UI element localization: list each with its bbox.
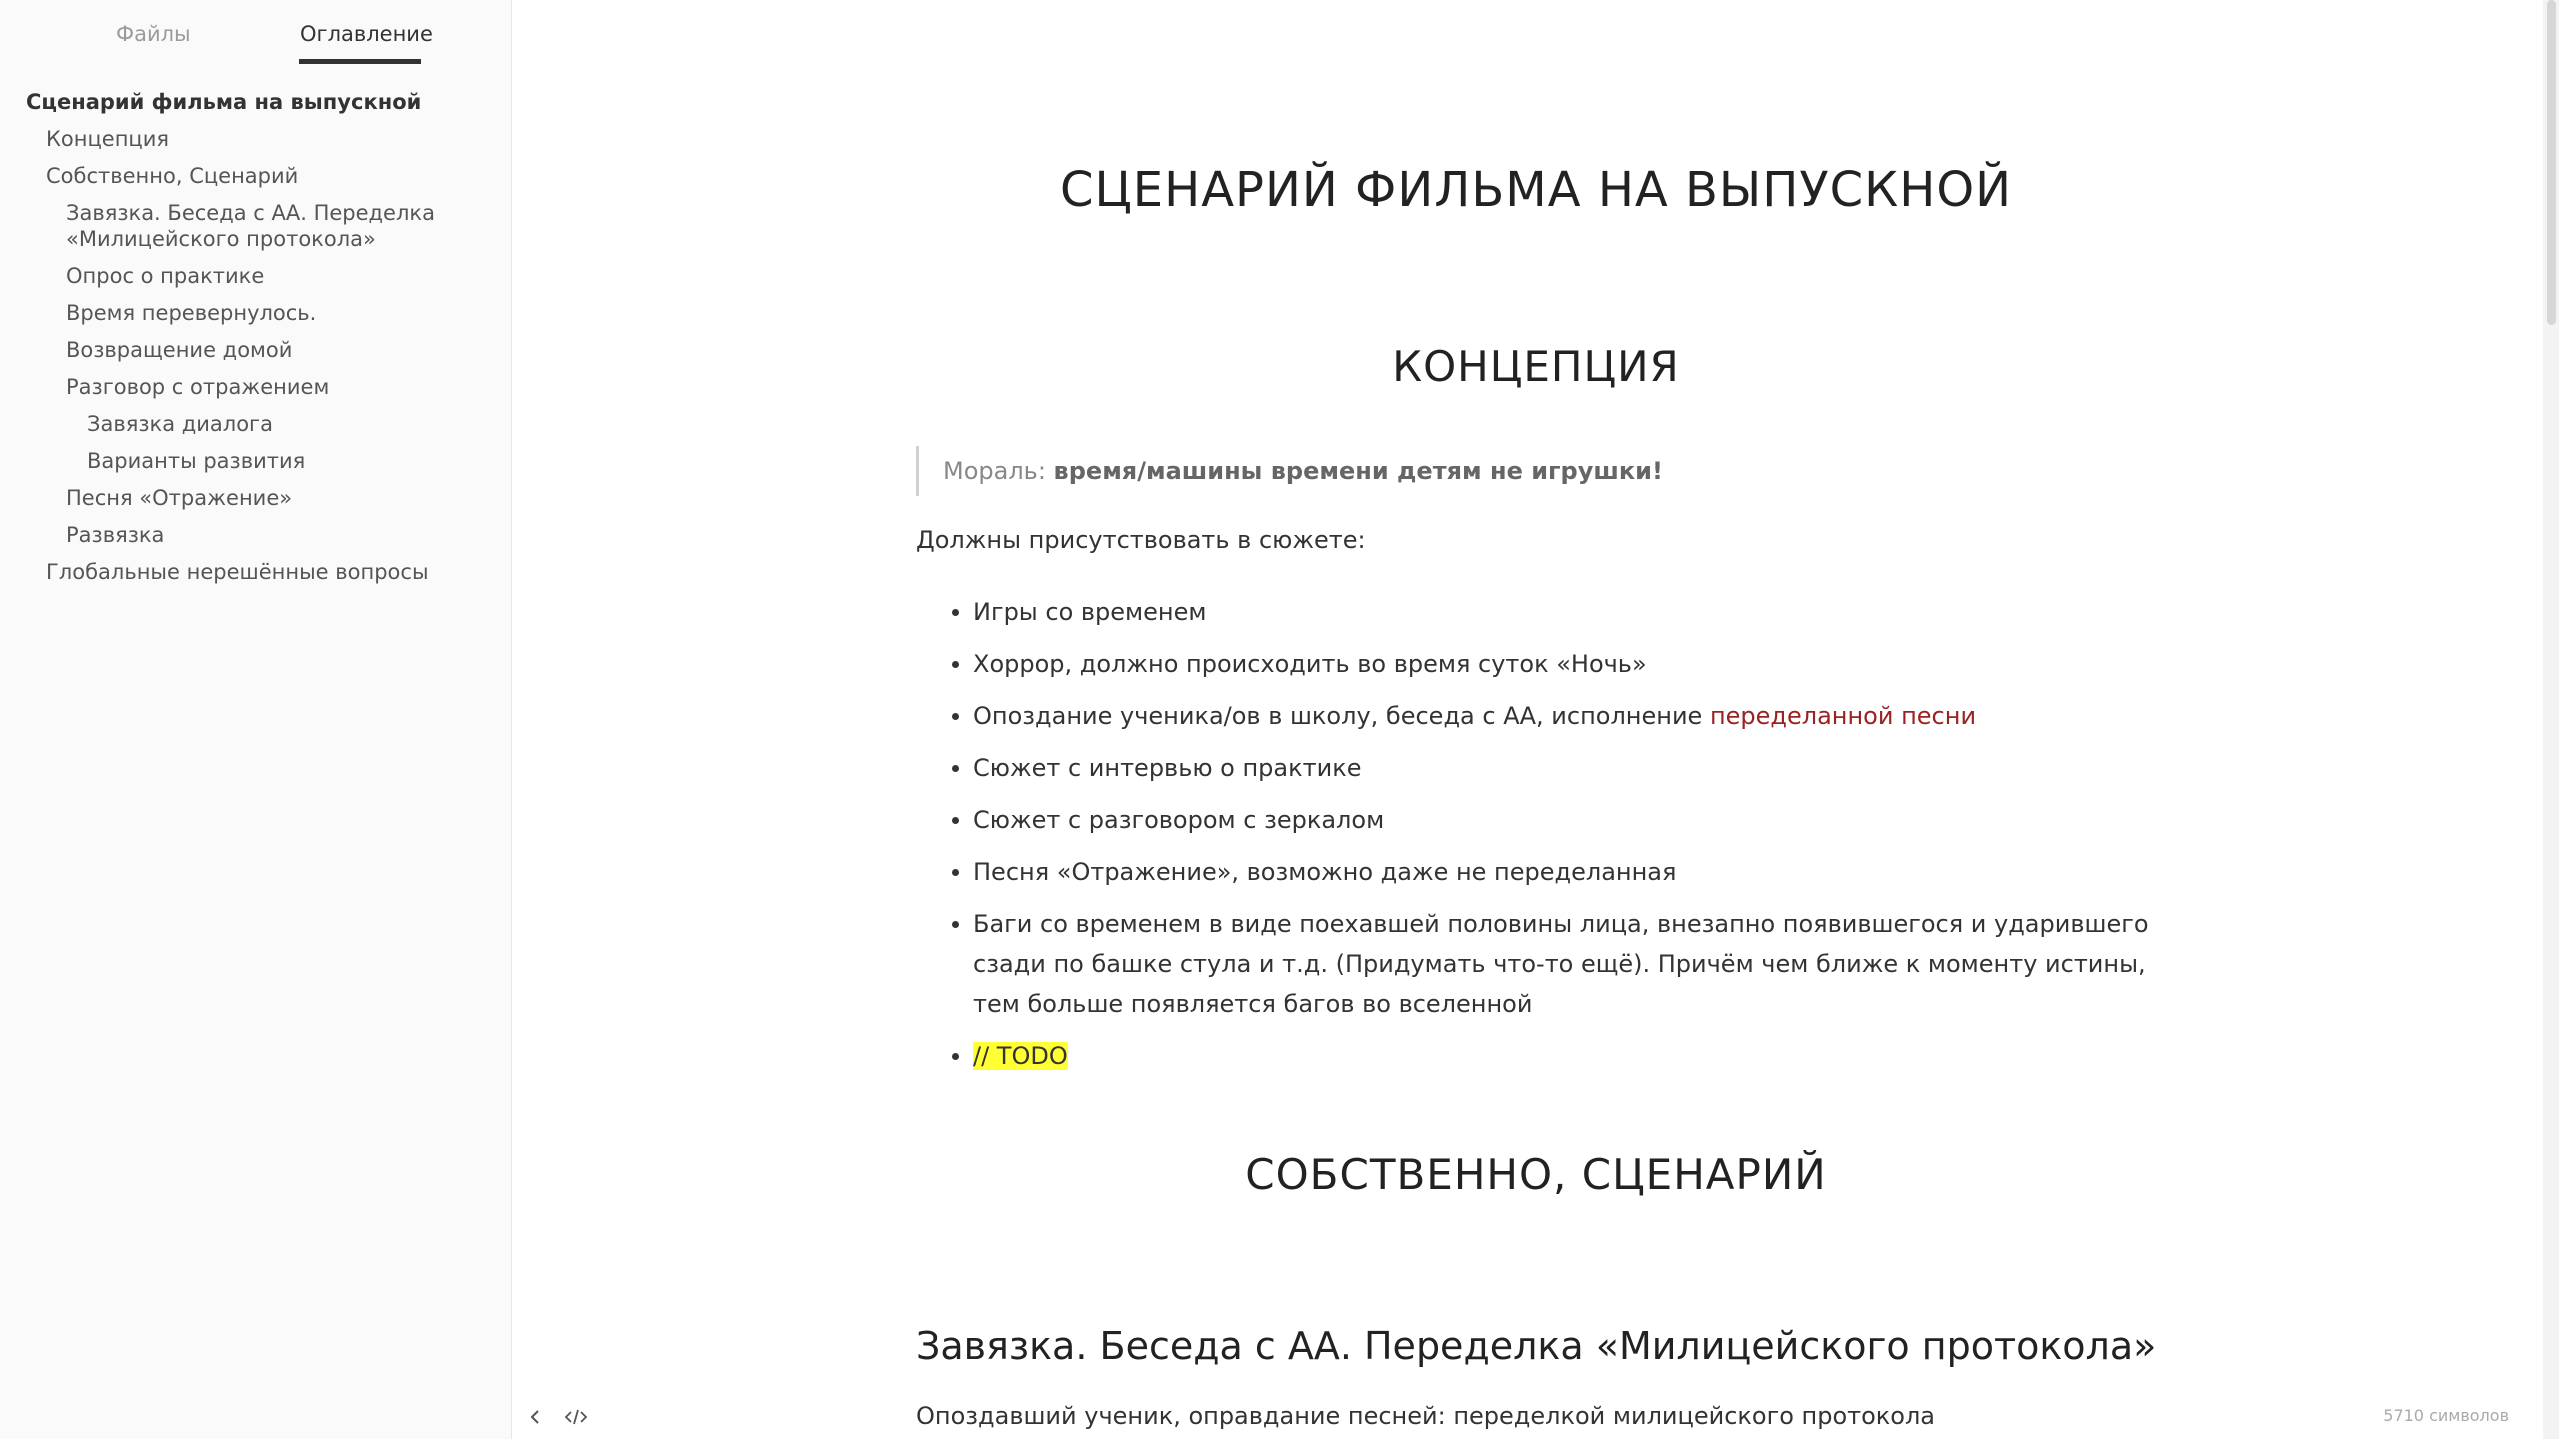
list-item-text: Сюжет с интервью о практике <box>973 754 1362 782</box>
list-item: Сюжет с разговором с зеркалом <box>916 800 2156 840</box>
active-tab-indicator <box>299 59 421 64</box>
tab-outline[interactable]: Оглавление <box>300 22 433 46</box>
list-item-text: Игры со временем <box>973 598 1207 626</box>
todo-highlight: // TODO <box>973 1042 1068 1070</box>
outline-list: Сценарий фильма на выпускной Концепция С… <box>0 84 512 591</box>
code-icon[interactable] <box>563 1404 589 1430</box>
editor-area[interactable]: СЦЕНАРИЙ ФИЛЬМА НА ВЫПУСКНОЙ КОНЦЕПЦИЯ М… <box>513 0 2543 1439</box>
quote-text: время/машины времени детям не игрушки! <box>1053 457 1663 485</box>
sidebar-tabs: Файлы Оглавление <box>0 0 512 70</box>
list-item: Баги со временем в виде поехавшей полови… <box>916 904 2156 1024</box>
list-item: Песня «Отражение», возможно даже не пере… <box>916 852 2156 892</box>
list-item: Сюжет с интервью о практике <box>916 748 2156 788</box>
concept-heading: КОНЦЕПЦИЯ <box>1392 342 1680 391</box>
outline-item-opening[interactable]: Завязка. Беседа с АА. Переделка «Милицей… <box>0 195 512 258</box>
outline-item-title[interactable]: Сценарий фильма на выпускной <box>0 84 512 121</box>
script-heading: СОБСТВЕННО, СЦЕНАРИЙ <box>1245 1150 1827 1199</box>
word-count-status[interactable]: 5710 символов <box>2383 1406 2509 1425</box>
list-item-text: Опоздание ученика/ов в школу, беседа с А… <box>973 702 1710 730</box>
outline-item-dialog-start[interactable]: Завязка диалога <box>0 406 512 443</box>
outline-item-time-flipped[interactable]: Время перевернулось. <box>0 295 512 332</box>
section-paragraph: Опоздавший ученик, оправдание песней: пе… <box>916 1402 1936 1430</box>
chevron-left-icon[interactable] <box>523 1404 549 1430</box>
sidebar: Файлы Оглавление Сценарий фильма на выпу… <box>0 0 512 1439</box>
concept-list: Игры со временем Хоррор, должно происход… <box>916 592 2156 1088</box>
list-item-text: Песня «Отражение», возможно даже не пере… <box>973 858 1677 886</box>
blockquote-moral: Мораль: время/машины времени детям не иг… <box>916 446 1663 496</box>
song-link[interactable]: переделанной песни <box>1710 702 1976 730</box>
document-title: СЦЕНАРИЙ ФИЛЬМА НА ВЫПУСКНОЙ <box>1060 162 2012 218</box>
outline-item-ending[interactable]: Развязка <box>0 517 512 554</box>
outline-item-song[interactable]: Песня «Отражение» <box>0 480 512 517</box>
list-item: Опоздание ученика/ов в школу, беседа с А… <box>916 696 2156 736</box>
outline-item-open-questions[interactable]: Глобальные нерешённые вопросы <box>0 554 512 591</box>
outline-item-return-home[interactable]: Возвращение домой <box>0 332 512 369</box>
list-item: // TODO <box>916 1036 2156 1076</box>
list-item-text: Баги со временем в виде поехавшей полови… <box>973 910 2149 1018</box>
quote-label: Мораль: <box>943 457 1046 485</box>
section-heading: Завязка. Беседа с АА. Переделка «Милицей… <box>916 1324 2157 1368</box>
list-item-text: Хоррор, должно происходить во время суто… <box>973 650 1647 678</box>
outline-item-concept[interactable]: Концепция <box>0 121 512 158</box>
outline-item-reflection-talk[interactable]: Разговор с отражением <box>0 369 512 406</box>
must-present-paragraph: Должны присутствовать в сюжете: <box>916 526 1366 554</box>
list-item: Игры со временем <box>916 592 2156 632</box>
outline-item-script[interactable]: Собственно, Сценарий <box>0 158 512 195</box>
outline-item-practice-survey[interactable]: Опрос о практике <box>0 258 512 295</box>
list-item-text: Сюжет с разговором с зеркалом <box>973 806 1385 834</box>
tab-files[interactable]: Файлы <box>116 22 191 46</box>
scrollbar-thumb[interactable] <box>2547 0 2556 325</box>
list-item: Хоррор, должно происходить во время суто… <box>916 644 2156 684</box>
outline-item-variants[interactable]: Варианты развития <box>0 443 512 480</box>
scrollbar[interactable] <box>2543 0 2559 1439</box>
